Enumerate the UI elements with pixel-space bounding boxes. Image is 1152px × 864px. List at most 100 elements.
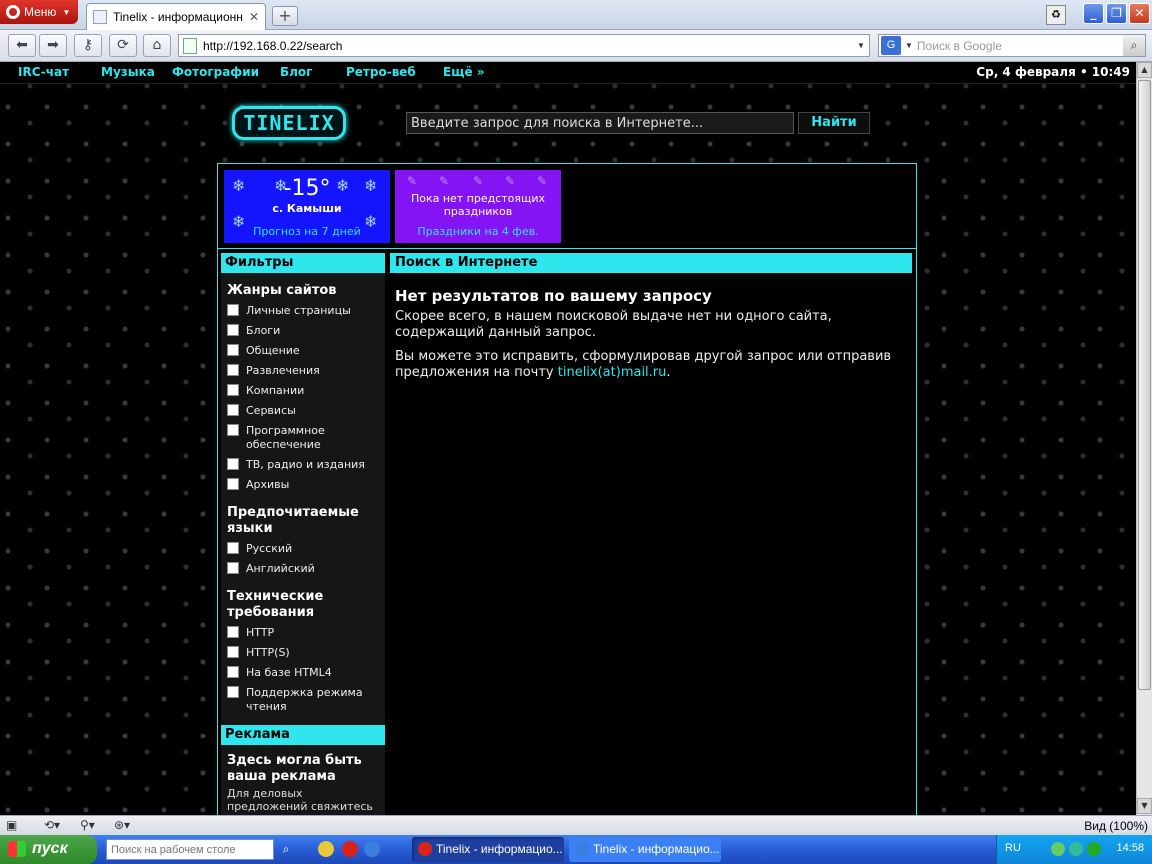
search-results: Поиск в Интернете Нет результатов по ваш…	[390, 253, 912, 389]
checkbox-label: Поддержка режима чтения	[246, 686, 363, 713]
checkbox[interactable]	[227, 324, 239, 336]
key-icon[interactable]: ⚷	[74, 34, 102, 57]
find-button[interactable]: Найти	[798, 112, 870, 134]
opera-icon	[418, 842, 432, 856]
site-search-input[interactable]	[406, 112, 794, 134]
panel-toggle-icon[interactable]: ▣	[6, 818, 17, 832]
filter-checkbox[interactable]: Развлечения	[221, 361, 385, 381]
start-button[interactable]: пуск	[0, 835, 97, 864]
nav-link-irc[interactable]: IRC-чат	[18, 65, 69, 79]
divider	[218, 248, 916, 249]
zoom-level[interactable]: Вид (100%)	[1084, 819, 1148, 833]
filter-checkbox[interactable]: Русский	[221, 539, 385, 559]
email-link[interactable]: tinelix(at)mail.ru	[558, 365, 667, 380]
close-tab-icon[interactable]: ✕	[249, 10, 259, 24]
back-button[interactable]: ⬅	[8, 34, 36, 57]
forward-button[interactable]: ➡	[39, 34, 67, 57]
weather-widget[interactable]: ❄ ❄ ❄ ❄ ❄ ❄ -15° с. Камыши Прогноз на 7 …	[224, 170, 390, 243]
filter-checkbox[interactable]: Сервисы	[221, 401, 385, 421]
filter-checkbox[interactable]: Архивы	[221, 475, 385, 495]
quicklaunch-icon[interactable]	[318, 841, 334, 857]
clock: 14:58	[1116, 842, 1144, 854]
vertical-scrollbar[interactable]: ▲ ▼	[1136, 62, 1152, 815]
chevron-down-icon[interactable]: ▼	[853, 41, 869, 50]
tray-icon[interactable]	[1069, 842, 1083, 856]
browser-tab[interactable]: Tinelix - информационн... ✕	[86, 3, 266, 30]
weather-forecast-link[interactable]: Прогноз на 7 дней	[224, 225, 390, 238]
checkbox[interactable]	[227, 686, 239, 698]
checkbox[interactable]	[227, 666, 239, 678]
nav-link-retro-web[interactable]: Ретро-веб	[346, 65, 416, 79]
main-panel: ❄ ❄ ❄ ❄ ❄ ❄ -15° с. Камыши Прогноз на 7 …	[217, 163, 917, 815]
search-icon[interactable]: ⌕	[276, 839, 296, 860]
trash-icon[interactable]: ♻	[1046, 5, 1066, 25]
scroll-thumb[interactable]	[1138, 80, 1151, 690]
results-paragraph-2: Вы можете это исправить, сформулировав д…	[395, 349, 906, 381]
checkbox[interactable]	[227, 404, 239, 416]
reload-button[interactable]: ⟳	[109, 34, 137, 57]
speed-dial-icon[interactable]: ⊛▾	[114, 818, 130, 832]
holiday-widget[interactable]: ✎ ✎ ✎ ✎ ✎ Пока нет предстоящих празднико…	[395, 170, 561, 243]
google-icon[interactable]: G	[881, 36, 901, 55]
filter-checkbox[interactable]: HTTP(S)	[221, 643, 385, 663]
close-window-button[interactable]: ✕	[1129, 3, 1150, 24]
checkbox[interactable]	[227, 542, 239, 554]
google-search-field[interactable]: G ▼ Поиск в Google ⌕	[878, 34, 1146, 57]
checkbox[interactable]	[227, 344, 239, 356]
weather-temperature: -15°	[283, 176, 331, 201]
checkbox-label: Общение	[246, 344, 300, 357]
checkbox-label: Компании	[246, 384, 305, 397]
nav-link-blog[interactable]: Блог	[280, 65, 312, 79]
filter-checkbox[interactable]: HTTP	[221, 623, 385, 643]
desktop-search-input[interactable]	[106, 839, 274, 860]
restore-button[interactable]: ❐	[1106, 3, 1127, 24]
ads-text: Для деловых предложений свяжитесь по эл.…	[227, 787, 373, 815]
minimize-button[interactable]: _	[1083, 3, 1104, 24]
sync-icon[interactable]: ⟲▾	[44, 818, 60, 832]
taskbar-window-button[interactable]: Tinelix - информацио...	[569, 837, 721, 862]
checkbox[interactable]	[227, 384, 239, 396]
browser-navbar: ⬅ ➡ ⚷ ⟳ ⌂ http://192.168.0.22/search ▼ G…	[0, 30, 1152, 62]
taskbar-window-button[interactable]: Tinelix - информацио...	[412, 837, 564, 862]
results-text: .	[666, 365, 671, 380]
nav-link-more[interactable]: Ещё »	[443, 65, 485, 79]
filters-header: Фильтры	[221, 253, 385, 273]
site-logo[interactable]: TINELIX	[232, 106, 346, 140]
tray-icon[interactable]	[1087, 842, 1101, 856]
filter-checkbox[interactable]: Программное обеспечение	[221, 421, 385, 455]
checkbox-label: Блоги	[246, 324, 281, 337]
address-bar[interactable]: http://192.168.0.22/search ▼	[178, 34, 870, 57]
browser-icon[interactable]	[364, 841, 380, 857]
search-icon[interactable]: ⌕	[1123, 35, 1145, 56]
holiday-link[interactable]: Праздники на 4 фев.	[395, 225, 561, 238]
page-viewport: IRC-чат Музыка Фотографии Блог Ретро-веб…	[0, 62, 1136, 815]
language-indicator[interactable]: RU	[1005, 842, 1021, 854]
checkbox[interactable]	[227, 304, 239, 316]
opera-icon[interactable]	[342, 841, 358, 857]
tray-icon[interactable]	[1051, 842, 1065, 856]
filter-checkbox[interactable]: Блоги	[221, 321, 385, 341]
nav-link-photos[interactable]: Фотографии	[172, 65, 259, 79]
filter-checkbox[interactable]: Поддержка режима чтения	[221, 683, 385, 717]
filter-checkbox[interactable]: Компании	[221, 381, 385, 401]
network-icon[interactable]: ⚲▾	[80, 818, 95, 832]
checkbox[interactable]	[227, 478, 239, 490]
checkbox[interactable]	[227, 364, 239, 376]
checkbox[interactable]	[227, 646, 239, 658]
checkbox[interactable]	[227, 562, 239, 574]
filter-checkbox[interactable]: На базе HTML4	[221, 663, 385, 683]
home-button[interactable]: ⌂	[143, 34, 171, 57]
filter-checkbox[interactable]: Английский	[221, 559, 385, 579]
opera-menu-button[interactable]: Меню ▼	[0, 0, 78, 24]
checkbox[interactable]	[227, 458, 239, 470]
scroll-up-icon[interactable]: ▲	[1137, 62, 1152, 78]
new-tab-button[interactable]: +	[272, 6, 298, 26]
checkbox[interactable]	[227, 424, 239, 436]
scroll-down-icon[interactable]: ▼	[1137, 798, 1152, 814]
nav-link-music[interactable]: Музыка	[101, 65, 155, 79]
browser-statusbar: ▣ ⟲▾ ⚲▾ ⊛▾ Вид (100%)	[0, 815, 1152, 835]
filter-checkbox[interactable]: Общение	[221, 341, 385, 361]
checkbox[interactable]	[227, 626, 239, 638]
filter-checkbox[interactable]: ТВ, радио и издания	[221, 455, 385, 475]
filter-checkbox[interactable]: Личные страницы	[221, 301, 385, 321]
